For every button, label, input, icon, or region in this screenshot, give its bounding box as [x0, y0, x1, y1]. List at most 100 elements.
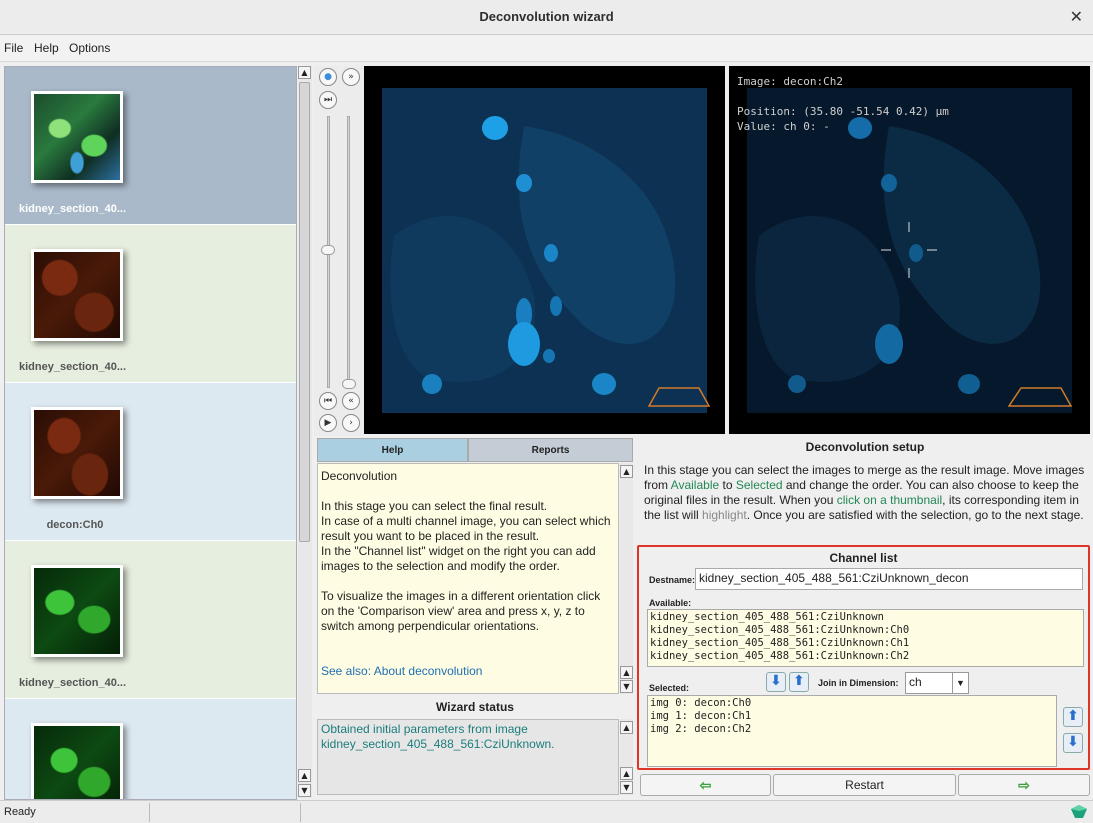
- scroll-down-icon[interactable]: ▼: [298, 784, 311, 797]
- thumbnail-scrollbar[interactable]: ▲ ▲ ▼: [298, 66, 312, 798]
- help-scrollbar[interactable]: ▲ ▲ ▼: [620, 463, 633, 694]
- available-label: Available:: [649, 598, 692, 608]
- move-down-icon[interactable]: ⬇: [766, 672, 786, 692]
- channel-list-heading: Channel list: [829, 551, 898, 565]
- join-dimension-select[interactable]: ch ▼: [905, 672, 969, 694]
- destname-label: Destname:: [649, 575, 696, 585]
- list-item[interactable]: img 0: decon:Ch0: [650, 697, 1054, 710]
- wizard-status-heading: Wizard status: [436, 700, 514, 714]
- play-icon[interactable]: ▶: [319, 414, 337, 432]
- back-button[interactable]: ⇦: [640, 774, 771, 796]
- thumbnail-image: [31, 565, 123, 657]
- thumbnail-item[interactable]: decon:Ch0: [5, 383, 296, 540]
- move-up-icon[interactable]: ⬆: [789, 672, 809, 692]
- status-divider: [149, 803, 150, 822]
- image-viewer-right[interactable]: Image: decon:Ch2 Position: (35.80 -51.54 …: [729, 66, 1090, 434]
- menu-options[interactable]: Options: [69, 41, 110, 55]
- scrollbar-thumb[interactable]: [299, 82, 310, 542]
- tab-help[interactable]: Help: [317, 438, 468, 462]
- menu-file[interactable]: File: [4, 41, 23, 55]
- status-divider: [300, 803, 301, 822]
- status-text: Ready: [4, 806, 36, 818]
- thumbnail-item[interactable]: kidney_section_40...: [5, 225, 296, 382]
- setup-text: . Once you are satisfied with the select…: [746, 508, 1084, 522]
- scroll-up-icon[interactable]: ▲: [620, 666, 633, 679]
- scroll-up-icon[interactable]: ▲: [620, 465, 633, 478]
- join-dimension-value: ch: [909, 675, 922, 689]
- join-dimension-label: Join in Dimension:: [818, 678, 899, 688]
- window-title: Deconvolution wizard: [479, 9, 614, 24]
- thumbnail-label: decon:Ch0: [46, 519, 104, 531]
- app-logo-icon: [1071, 805, 1087, 818]
- help-title: Deconvolution: [321, 469, 398, 483]
- setup-description: In this stage you can select the images …: [644, 463, 1090, 523]
- list-item[interactable]: kidney_section_405_488_561:CziUnknown: [650, 611, 1081, 624]
- thumbnail-list[interactable]: kidney_section_40... kidney_section_40..…: [4, 66, 297, 800]
- thumbnail-item[interactable]: kidney_section_40...: [5, 541, 296, 698]
- menu-bar: File Help Options: [0, 36, 1093, 62]
- overlay-value: Value: ch 0: -: [737, 120, 830, 133]
- tab-reports[interactable]: Reports: [468, 438, 633, 462]
- setup-click-thumbnail: click on a thumbnail: [836, 493, 943, 507]
- slider-handle[interactable]: [342, 379, 356, 389]
- menu-help[interactable]: Help: [34, 41, 59, 55]
- overlay-image: Image: decon:Ch2: [737, 75, 843, 88]
- step-forward-icon[interactable]: »: [342, 68, 360, 86]
- scroll-up-icon[interactable]: ▲: [298, 66, 311, 79]
- image-viewer-left[interactable]: [364, 66, 725, 434]
- thumbnail-image: [31, 407, 123, 499]
- play-small-icon[interactable]: ›: [342, 414, 360, 432]
- scroll-down-icon[interactable]: ▼: [620, 781, 633, 794]
- list-item[interactable]: kidney_section_405_488_561:CziUnknown:Ch…: [650, 637, 1081, 650]
- list-item[interactable]: kidney_section_405_488_561:CziUnknown:Ch…: [650, 650, 1081, 663]
- help-link[interactable]: See also: About deconvolution: [321, 664, 615, 679]
- help-paragraph: To visualize the images in a different o…: [321, 589, 601, 633]
- slider-handle[interactable]: [321, 245, 335, 255]
- available-list[interactable]: kidney_section_405_488_561:CziUnknown ki…: [647, 609, 1084, 667]
- slider-track: [347, 116, 350, 386]
- restart-button[interactable]: Restart: [773, 774, 956, 796]
- skip-start-icon[interactable]: ⏮: [319, 392, 337, 410]
- next-button[interactable]: ⇨: [958, 774, 1090, 796]
- thumbnail-image: [31, 249, 123, 341]
- list-item[interactable]: kidney_section_405_488_561:CziUnknown:Ch…: [650, 624, 1081, 637]
- title-bar: Deconvolution wizard ✕: [0, 0, 1093, 35]
- thumbnail-item[interactable]: [5, 699, 296, 799]
- order-up-icon[interactable]: ⬆: [1063, 707, 1083, 727]
- thumbnail-image: [31, 91, 123, 183]
- selected-list[interactable]: img 0: decon:Ch0 img 1: decon:Ch1 img 2:…: [647, 695, 1057, 767]
- skip-end-icon[interactable]: ⏭: [319, 91, 337, 109]
- setup-highlight-word: highlight: [702, 508, 747, 522]
- help-paragraph: In the "Channel list" widget on the righ…: [321, 544, 596, 573]
- help-paragraph: In this stage you can select the final r…: [321, 499, 548, 513]
- thumbnail-label: kidney_section_40...: [19, 361, 126, 373]
- thumbnail-label: kidney_section_40...: [19, 677, 126, 689]
- scroll-up-icon[interactable]: ▲: [620, 721, 633, 734]
- thumbnail-image: [31, 723, 123, 799]
- wizard-status-scrollbar[interactable]: ▲ ▲ ▼: [620, 719, 633, 795]
- scroll-down-icon[interactable]: ▼: [620, 680, 633, 693]
- status-bar: Ready: [0, 800, 1093, 823]
- step-back-icon[interactable]: «: [342, 392, 360, 410]
- thumbnail-label: kidney_section_40...: [19, 203, 126, 215]
- setup-heading: Deconvolution setup: [805, 440, 925, 454]
- help-tabs: Help Reports: [317, 438, 633, 462]
- view-tool-strip: ● » ⏭ ⏮ « ▶ ›: [314, 66, 364, 436]
- order-down-icon[interactable]: ⬇: [1063, 733, 1083, 753]
- channel-list-panel: Channel list Destname: kidney_section_40…: [637, 545, 1090, 770]
- thumbnail-item[interactable]: kidney_section_40...: [5, 67, 296, 224]
- close-icon[interactable]: ✕: [1070, 7, 1083, 26]
- overlay-position: Position: (35.80 -51.54 0.42) µm: [737, 105, 949, 118]
- setup-available-word: Available: [670, 478, 720, 492]
- setup-selected-word: Selected: [735, 478, 783, 492]
- scroll-up-icon[interactable]: ▲: [620, 767, 633, 780]
- dot-icon[interactable]: ●: [319, 68, 337, 86]
- destname-field[interactable]: kidney_section_405_488_561:CziUnknown_de…: [695, 568, 1083, 590]
- selected-label: Selected:: [649, 683, 690, 693]
- viewer-overlay: Image: decon:Ch2 Position: (35.80 -51.54 …: [737, 74, 949, 134]
- list-item[interactable]: img 1: decon:Ch1: [650, 710, 1054, 723]
- scroll-up-icon[interactable]: ▲: [298, 769, 311, 782]
- help-text: Deconvolution In this stage you can sele…: [317, 463, 619, 694]
- list-item[interactable]: img 2: decon:Ch2: [650, 723, 1054, 736]
- chevron-down-icon[interactable]: ▼: [952, 673, 968, 693]
